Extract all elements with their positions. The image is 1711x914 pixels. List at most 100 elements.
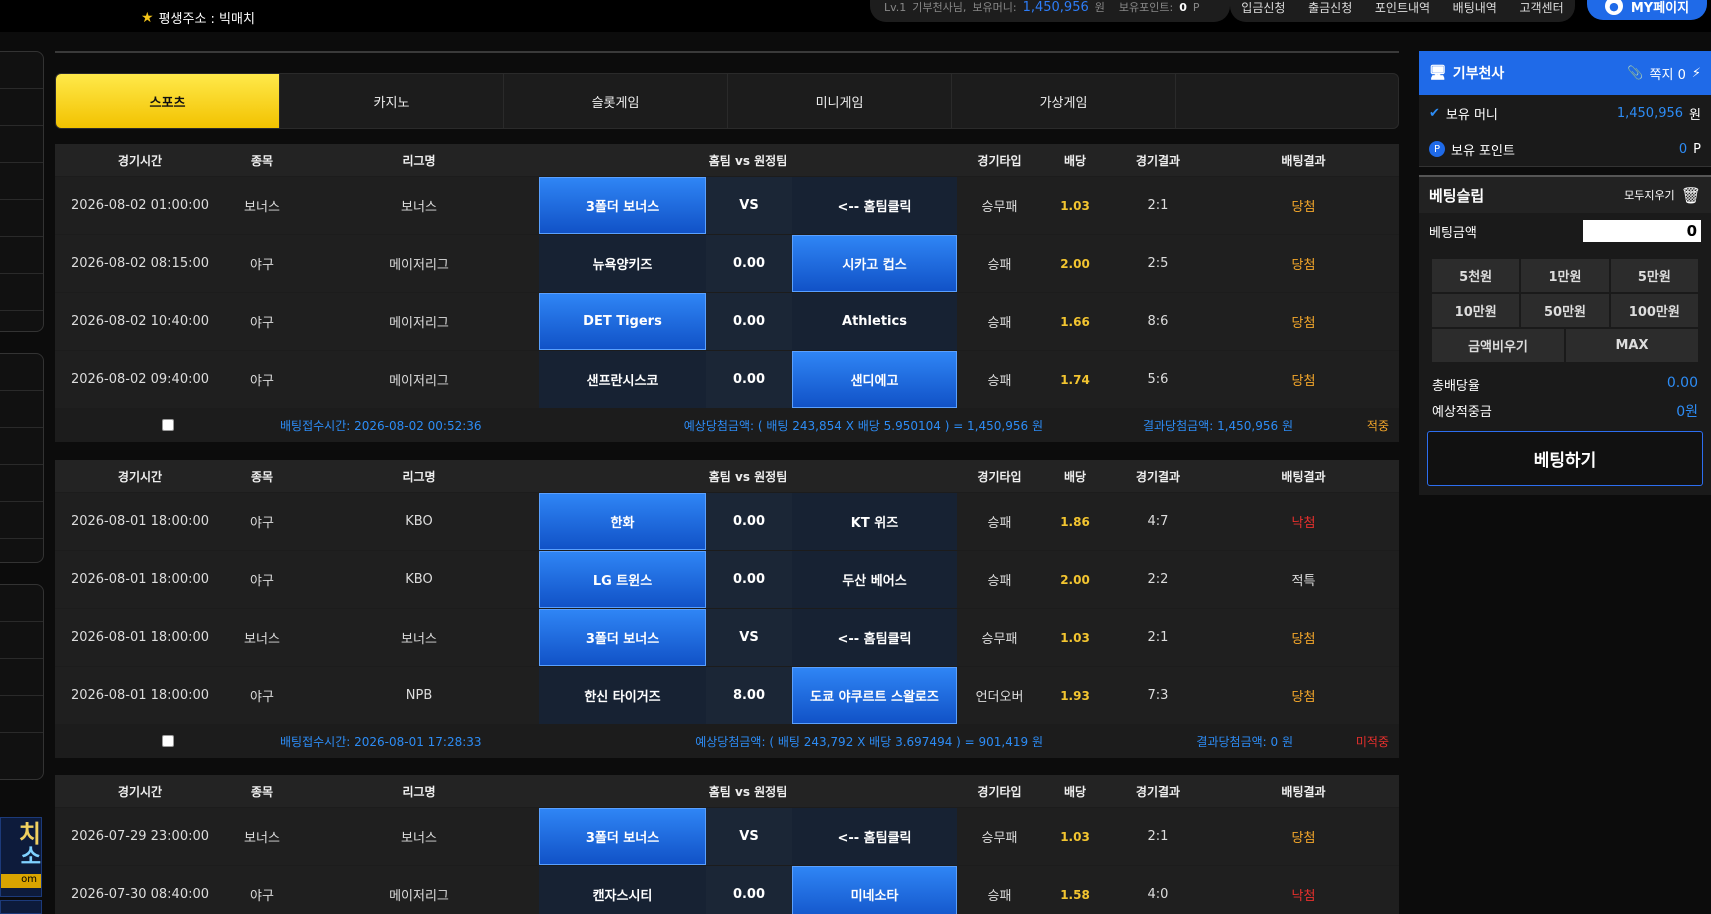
menu-deposit[interactable]: 입금신청: [1241, 0, 1285, 16]
away-team[interactable]: 도쿄 야쿠르트 스왈로즈: [792, 667, 957, 724]
point-icon: P: [1429, 141, 1445, 157]
checkbox-icon[interactable]: [161, 735, 174, 747]
home-team[interactable]: 3폴더 보너스: [539, 808, 706, 865]
column-header: 홈팀 vs 원정팀: [708, 784, 788, 799]
checkbox-icon[interactable]: [161, 419, 174, 431]
column-header: 배팅결과: [1281, 153, 1326, 168]
odds: 1.74: [1060, 372, 1090, 387]
league: 보너스: [401, 632, 437, 647]
chip-1m[interactable]: 100만원: [1610, 294, 1698, 327]
left-banner-2[interactable]: [0, 900, 42, 914]
home-team[interactable]: 샌프란시스코: [539, 351, 706, 408]
away-team[interactable]: <-- 홈팀클릭: [792, 808, 957, 865]
bet-result: 적특: [1291, 574, 1316, 589]
away-team[interactable]: 두산 베어스: [792, 551, 957, 608]
total-odds: 총배당율 0.00: [1432, 375, 1698, 394]
chip-500k[interactable]: 50만원: [1521, 294, 1609, 327]
away-team[interactable]: Athletics: [792, 293, 957, 350]
away-team[interactable]: <-- 홈팀클릭: [792, 177, 957, 234]
score: 5:6: [1147, 372, 1169, 387]
bet-result: 낙첨: [1291, 889, 1316, 904]
league: 메이저리그: [389, 889, 449, 904]
tab-virtual[interactable]: 가상게임: [952, 74, 1176, 128]
select-checkbox[interactable]: [55, 408, 280, 442]
game-type: 승패: [987, 889, 1012, 904]
league: 보너스: [401, 831, 437, 846]
column-header: 경기시간: [117, 784, 163, 799]
sport: 야구: [250, 316, 274, 331]
chip-50k[interactable]: 5만원: [1610, 259, 1698, 292]
result-amount: 결과당첨금액: 0 원: [1196, 734, 1293, 749]
away-team[interactable]: 미네소타: [792, 866, 957, 914]
top-bar: ★ 평생주소 : 빅매치 Lv.1 기부천사님, 보유머니: 1,450,956…: [0, 0, 1711, 32]
bet-time: 배팅접수시간: 2026-08-01 17:28:33: [280, 734, 482, 749]
table-header: 경기시간 종목 리그명 홈팀 vs 원정팀 경기타입 배당 경기결과 배팅결과: [55, 460, 1399, 492]
column-header: 경기타입: [977, 153, 1022, 168]
home-team[interactable]: 3폴더 보너스: [539, 177, 706, 234]
address-label: ★ 평생주소 : 빅매치: [141, 9, 255, 28]
chip-10k[interactable]: 1만원: [1521, 259, 1609, 292]
column-header: 경기결과: [1135, 469, 1181, 484]
home-team[interactable]: LG 트윈스: [539, 551, 706, 608]
chip-5k[interactable]: 5천원: [1432, 259, 1520, 292]
column-header: 홈팀 vs 원정팀: [708, 469, 788, 484]
match-time: 2026-08-02 01:00:00: [70, 198, 210, 213]
home-team[interactable]: 뉴욕양키즈: [539, 235, 706, 292]
tab-casino[interactable]: 카지노: [280, 74, 504, 128]
left-banner[interactable]: 치 소 om: [0, 817, 42, 897]
home-team[interactable]: 3폴더 보너스: [539, 609, 706, 666]
column-header: 종목: [250, 153, 274, 168]
league: NPB: [405, 688, 433, 703]
away-team[interactable]: 샌디에고: [792, 351, 957, 408]
score: 8:6: [1147, 314, 1169, 329]
league: 메이저리그: [389, 258, 449, 273]
chip-100k[interactable]: 10만원: [1432, 294, 1520, 327]
menu-withdraw[interactable]: 출금신청: [1308, 0, 1352, 16]
max-button[interactable]: MAX: [1566, 329, 1698, 362]
away-team[interactable]: KT 위즈: [792, 493, 957, 550]
user-icon: ●: [1604, 0, 1623, 15]
bet-result: 당첨: [1291, 831, 1316, 846]
hit-status: 적중: [1366, 418, 1389, 433]
place-bet-button[interactable]: 베팅하기: [1427, 431, 1703, 486]
bet-result: 당첨: [1291, 316, 1316, 331]
odds: 1.93: [1060, 688, 1090, 703]
bet-summary: 배팅접수시간: 2026-08-01 17:28:33 예상당첨금액: ( 배팅 …: [55, 724, 1399, 758]
tab-slot[interactable]: 슬롯게임: [504, 74, 728, 128]
clear-all-button[interactable]: 모두지우기 🗑: [1624, 186, 1701, 205]
league: 메이저리그: [389, 374, 449, 389]
match-time: 2026-07-30 08:40:00: [70, 887, 210, 902]
odds: 2.00: [1060, 572, 1090, 587]
message-button[interactable]: 📎 쪽지 0 ⚡: [1627, 64, 1701, 83]
game-type: 승패: [987, 574, 1012, 589]
tab-mini[interactable]: 미니게임: [728, 74, 952, 128]
amount-chips: 5천원 1만원 5만원 10만원 50만원 100만원: [1432, 259, 1698, 327]
bet-result: 당첨: [1291, 374, 1316, 389]
menu-support[interactable]: 고객센터: [1519, 0, 1563, 16]
column-header: 배당: [1063, 153, 1087, 168]
table-row: 2026-08-01 18:00:00 야구 KBO LG 트윈스 0.00 두산 베어스…: [55, 550, 1399, 608]
tab-sports[interactable]: 스포츠: [56, 74, 280, 128]
bet-amount-input[interactable]: 0: [1583, 220, 1701, 242]
match-time: 2026-08-01 18:00:00: [70, 688, 210, 703]
away-team[interactable]: 시카고 컵스: [792, 235, 957, 292]
menu-points[interactable]: 포인트내역: [1375, 0, 1430, 16]
menu-bet-history[interactable]: 배팅내역: [1453, 0, 1497, 16]
home-team[interactable]: 한화: [539, 493, 706, 550]
league: KBO: [405, 514, 433, 529]
score: 4:7: [1147, 514, 1169, 529]
sport: 보너스: [244, 632, 280, 647]
game-type: 승패: [987, 258, 1012, 273]
mypage-button[interactable]: ● MY페이지: [1587, 0, 1707, 20]
select-checkbox[interactable]: [55, 724, 280, 758]
amount-actions: 금액비우기 MAX: [1432, 329, 1698, 362]
home-team[interactable]: DET Tigers: [539, 293, 706, 350]
away-team[interactable]: <-- 홈팀클릭: [792, 609, 957, 666]
home-team[interactable]: 한신 타이거즈: [539, 667, 706, 724]
home-team[interactable]: 캔자스시티: [539, 866, 706, 914]
handicap: VS: [706, 609, 792, 666]
table-row: 2026-08-02 09:40:00 야구 메이저리그 샌프란시스코 0.00 샌디에고…: [55, 350, 1399, 408]
reset-amount-button[interactable]: 금액비우기: [1432, 329, 1564, 362]
column-header: 배당: [1063, 469, 1087, 484]
sport: 야구: [250, 516, 274, 531]
